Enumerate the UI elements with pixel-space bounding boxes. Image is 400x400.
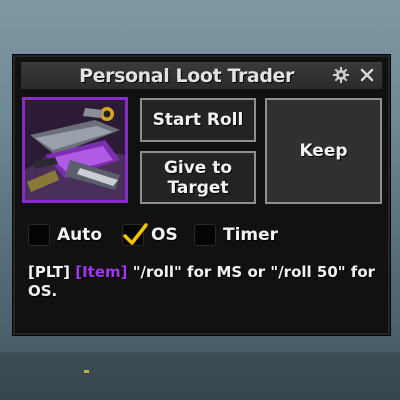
- give-to-target-label: Give to Target: [163, 157, 233, 198]
- checkmark-icon: [123, 222, 148, 245]
- item-link[interactable]: [Item]: [75, 263, 127, 281]
- background-ground: [0, 352, 400, 400]
- keep-button[interactable]: Keep: [265, 98, 382, 204]
- auto-checkbox-box[interactable]: [28, 223, 50, 246]
- give-to-target-button[interactable]: Give to Target: [140, 151, 256, 204]
- os-checkbox-box[interactable]: [122, 222, 148, 246]
- window-title: Personal Loot Trader: [79, 64, 294, 87]
- os-checkbox-label: OS: [151, 224, 178, 245]
- loot-trader-window: Personal Loot Trader Start Roll Give to …: [13, 55, 390, 335]
- timer-checkbox-box[interactable]: [194, 223, 216, 246]
- message-prefix: [PLT]: [28, 263, 71, 281]
- ground-marker: [84, 370, 89, 373]
- timer-checkbox-label: Timer: [223, 224, 279, 245]
- auto-checkbox-label: Auto: [57, 224, 103, 245]
- close-icon[interactable]: [356, 64, 378, 86]
- title-bar[interactable]: Personal Loot Trader: [21, 62, 382, 89]
- start-roll-button[interactable]: Start Roll: [140, 98, 256, 142]
- item-icon[interactable]: [22, 97, 128, 203]
- timer-checkbox[interactable]: Timer: [194, 222, 278, 247]
- roll-instructions-message: [PLT] [Item] "/roll" for MS or "/roll 50…: [28, 263, 380, 301]
- auto-checkbox[interactable]: Auto: [28, 222, 102, 247]
- os-checkbox[interactable]: OS: [122, 222, 178, 247]
- gear-icon[interactable]: [330, 64, 352, 86]
